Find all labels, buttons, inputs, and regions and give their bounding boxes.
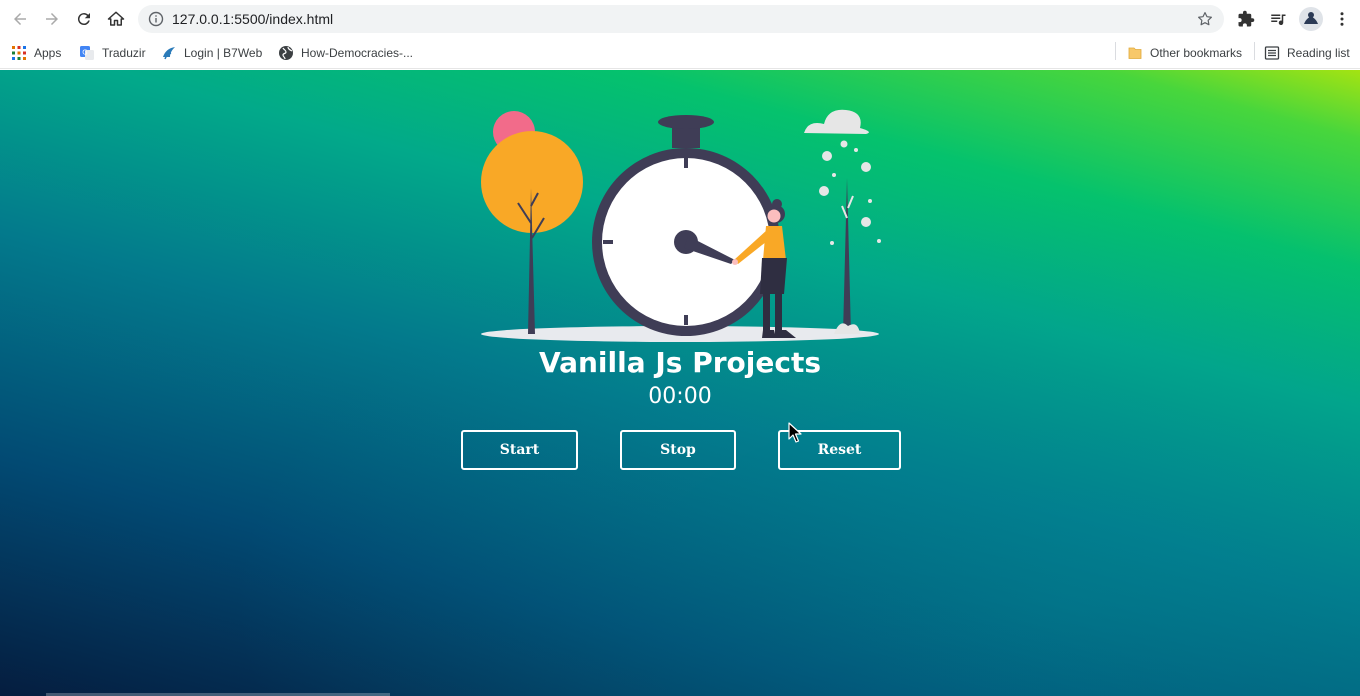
mouse-cursor-icon: [788, 422, 802, 443]
profile-avatar[interactable]: [1299, 7, 1323, 31]
stop-button[interactable]: Stop: [620, 430, 736, 470]
bookmark-reading-list[interactable]: Reading list: [1264, 42, 1350, 64]
bookmark-label: Login | B7Web: [184, 46, 263, 60]
bookmark-login-b7web[interactable]: Login | B7Web: [161, 42, 262, 64]
bookmark-label: How-Democracies-...: [301, 46, 414, 60]
reload-icon[interactable]: [73, 8, 95, 30]
home-icon[interactable]: [105, 8, 127, 30]
bookmarks-divider: [1254, 42, 1255, 60]
apps-grid-icon: [12, 46, 26, 60]
bookmark-label: Traduzir: [102, 46, 146, 60]
bookmark-other-bookmarks[interactable]: Other bookmarks: [1127, 42, 1242, 64]
forward-arrow-icon[interactable]: [41, 8, 63, 30]
bookmarks-divider: [1115, 42, 1116, 60]
stopwatch-page: Vanilla Js Projects 00:00 Start Stop Res…: [0, 70, 1360, 696]
extensions-icon[interactable]: [1236, 9, 1256, 29]
page-title: Vanilla Js Projects: [538, 346, 822, 379]
url-text[interactable]: 127.0.0.1:5500/index.html: [172, 11, 333, 27]
bookmarks-bar: Apps G Traduzir Login | B7Web How-Democr…: [0, 38, 1360, 69]
bookmark-apps[interactable]: Apps: [11, 42, 61, 64]
globe-icon: [279, 46, 293, 60]
bookmark-label: Other bookmarks: [1150, 46, 1243, 60]
translate-icon: G: [80, 46, 94, 60]
b7web-icon: [163, 47, 175, 60]
bookmark-how-democracies[interactable]: How-Democracies-...: [278, 42, 413, 64]
more-menu-icon[interactable]: [1332, 9, 1352, 29]
info-icon[interactable]: [148, 11, 164, 27]
reading-list-icon: [1264, 46, 1280, 60]
stopwatch-illustration: [481, 109, 881, 342]
browser-toolbar: 127.0.0.1:5500/index.html: [0, 0, 1360, 38]
timer-display: 00:00: [648, 384, 712, 409]
back-arrow-icon[interactable]: [9, 8, 31, 30]
star-icon[interactable]: [1196, 10, 1214, 28]
bookmark-label: Apps: [34, 46, 62, 60]
bookmark-label: Reading list: [1287, 46, 1350, 60]
bookmark-traduzir[interactable]: G Traduzir: [79, 42, 146, 64]
reading-list-icon[interactable]: [1268, 9, 1288, 29]
svg-text:G: G: [82, 49, 87, 57]
address-bar[interactable]: 127.0.0.1:5500/index.html: [138, 5, 1224, 33]
start-button[interactable]: Start: [461, 430, 578, 470]
folder-icon: [1128, 47, 1142, 59]
